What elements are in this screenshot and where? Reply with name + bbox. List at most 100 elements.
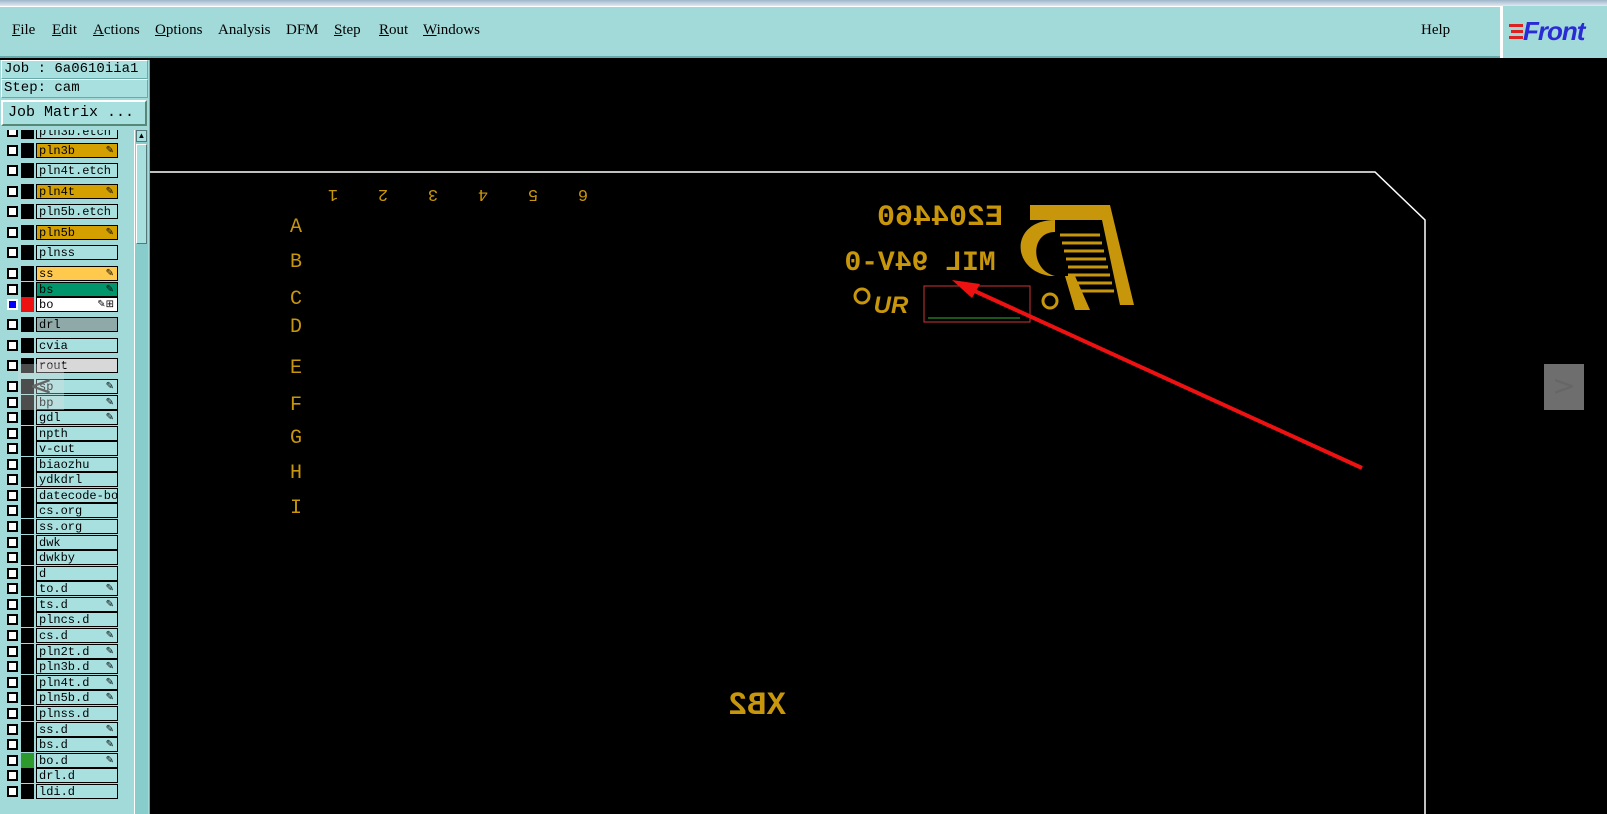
layer-row[interactable]: pln3b.d ✎ — [0, 659, 134, 675]
layer-name[interactable]: ss.org — [36, 519, 118, 534]
layer-checkbox[interactable] — [7, 630, 18, 641]
layer-name[interactable]: pln5b.d ✎ — [36, 690, 118, 705]
layer-row[interactable]: gdl ✎ — [0, 410, 134, 426]
layer-checkbox[interactable] — [7, 661, 18, 672]
layer-row[interactable]: pln5b.etch — [0, 204, 134, 220]
layer-row[interactable]: plncs.d — [0, 612, 134, 628]
menu-analysis[interactable]: Analysis — [218, 22, 271, 39]
layer-name[interactable]: cs.d ✎ — [36, 628, 118, 643]
layer-checkbox[interactable] — [7, 299, 18, 310]
layer-checkbox[interactable] — [7, 186, 18, 197]
layer-checkbox[interactable] — [7, 521, 18, 532]
layer-color-swatch[interactable] — [21, 266, 34, 281]
layer-checkbox[interactable] — [7, 443, 18, 454]
layer-checkbox[interactable] — [7, 459, 18, 470]
layer-checkbox[interactable] — [7, 490, 18, 501]
layer-color-swatch[interactable] — [21, 426, 34, 441]
layer-color-swatch[interactable] — [21, 297, 34, 312]
layer-name[interactable]: pln4t.etch — [36, 163, 118, 178]
layer-checkbox[interactable] — [7, 145, 18, 156]
layer-row[interactable]: cs.org — [0, 503, 134, 519]
layer-checkbox[interactable] — [7, 360, 18, 371]
layer-name[interactable]: ss.d ✎ — [36, 722, 118, 737]
layer-name[interactable]: pln5b.etch — [36, 204, 118, 219]
layer-color-swatch[interactable] — [21, 204, 34, 219]
layer-color-swatch[interactable] — [21, 472, 34, 487]
layer-color-swatch[interactable] — [21, 163, 34, 178]
graphic-editor-canvas[interactable]: 123456 ABCDEFGHI E204460 MIL 94V-0 UR XB… — [150, 60, 1607, 814]
menu-windows[interactable]: Windows — [423, 22, 480, 39]
layer-name[interactable]: bs.d ✎ — [36, 737, 118, 752]
layer-name[interactable]: ldi.d — [36, 784, 118, 799]
layer-checkbox[interactable] — [7, 692, 18, 703]
layer-name[interactable]: pln3b.etch — [36, 130, 118, 139]
layer-row[interactable]: d — [0, 566, 134, 582]
layer-row[interactable]: dwkby — [0, 550, 134, 566]
layer-color-swatch[interactable] — [21, 245, 34, 260]
layer-row[interactable]: ss.org — [0, 519, 134, 535]
menu-help[interactable]: Help — [1421, 22, 1450, 39]
layer-checkbox[interactable] — [7, 474, 18, 485]
layer-row[interactable]: pln4t.etch — [0, 163, 134, 179]
layer-row[interactable]: biaozhu — [0, 457, 134, 473]
layer-checkbox[interactable] — [7, 552, 18, 563]
layer-row[interactable]: npth — [0, 426, 134, 442]
layer-name[interactable]: plncs.d — [36, 612, 118, 627]
layer-checkbox[interactable] — [7, 537, 18, 548]
layer-checkbox[interactable] — [7, 130, 18, 137]
layer-name[interactable]: pln3b.d ✎ — [36, 659, 118, 674]
menu-edit[interactable]: Edit — [52, 22, 77, 39]
layer-row[interactable]: pln5b.d ✎ — [0, 690, 134, 706]
layer-row[interactable]: pln3b.etch — [0, 130, 134, 140]
layer-checkbox[interactable] — [7, 165, 18, 176]
layer-color-swatch[interactable] — [21, 225, 34, 240]
layer-checkbox[interactable] — [7, 505, 18, 516]
layer-checkbox[interactable] — [7, 786, 18, 797]
layer-checkbox[interactable] — [7, 583, 18, 594]
layer-color-swatch[interactable] — [21, 410, 34, 425]
layer-name[interactable]: pln4t.d ✎ — [36, 675, 118, 690]
layer-color-swatch[interactable] — [21, 338, 34, 353]
layer-name[interactable]: gdl ✎ — [36, 410, 118, 425]
layer-color-swatch[interactable] — [21, 706, 34, 721]
layer-row[interactable]: pln4t.d ✎ — [0, 675, 134, 691]
layer-row[interactable]: pln2t.d ✎ — [0, 644, 134, 660]
layer-checkbox[interactable] — [7, 568, 18, 579]
layer-name[interactable]: ydkdrl — [36, 472, 118, 487]
layer-name[interactable]: dwkby — [36, 550, 118, 565]
layer-color-swatch[interactable] — [21, 628, 34, 643]
layer-row[interactable]: ydkdrl — [0, 472, 134, 488]
layer-name[interactable]: v-cut — [36, 441, 118, 456]
layer-color-swatch[interactable] — [21, 441, 34, 456]
layer-checkbox[interactable] — [7, 319, 18, 330]
layer-row[interactable]: bs ✎ — [0, 282, 134, 298]
layer-name[interactable]: drl — [36, 317, 118, 332]
layer-name[interactable]: datecode-bo — [36, 488, 118, 503]
layer-row[interactable]: drl — [0, 317, 134, 333]
layer-color-swatch[interactable] — [21, 581, 34, 596]
layer-color-swatch[interactable] — [21, 143, 34, 158]
layer-checkbox[interactable] — [7, 412, 18, 423]
layer-checkbox[interactable] — [7, 381, 18, 392]
layer-color-swatch[interactable] — [21, 675, 34, 690]
menu-actions[interactable]: Actions — [93, 22, 140, 39]
layer-row[interactable]: ss.d ✎ — [0, 722, 134, 738]
layer-color-swatch[interactable] — [21, 644, 34, 659]
scrollbar-thumb[interactable] — [136, 144, 147, 244]
layer-row[interactable]: ss ✎ — [0, 266, 134, 282]
layer-checkbox[interactable] — [7, 428, 18, 439]
layer-row[interactable]: cs.d ✎ — [0, 628, 134, 644]
layer-row[interactable]: pln3b ✎ — [0, 143, 134, 159]
menu-rout[interactable]: Rout — [379, 22, 408, 39]
layer-color-swatch[interactable] — [21, 768, 34, 783]
layer-row[interactable]: dwk — [0, 535, 134, 551]
job-matrix-button[interactable]: Job Matrix ... — [1, 100, 147, 126]
layer-name[interactable]: dwk — [36, 535, 118, 550]
layer-list-scrollbar[interactable]: ▲ — [134, 130, 148, 814]
layer-row[interactable]: bo.d ✎ — [0, 753, 134, 769]
layer-name[interactable]: plnss — [36, 245, 118, 260]
layer-color-swatch[interactable] — [21, 722, 34, 737]
layer-name[interactable]: bo.d ✎ — [36, 753, 118, 768]
layer-row[interactable]: to.d ✎ — [0, 581, 134, 597]
layer-checkbox[interactable] — [7, 677, 18, 688]
